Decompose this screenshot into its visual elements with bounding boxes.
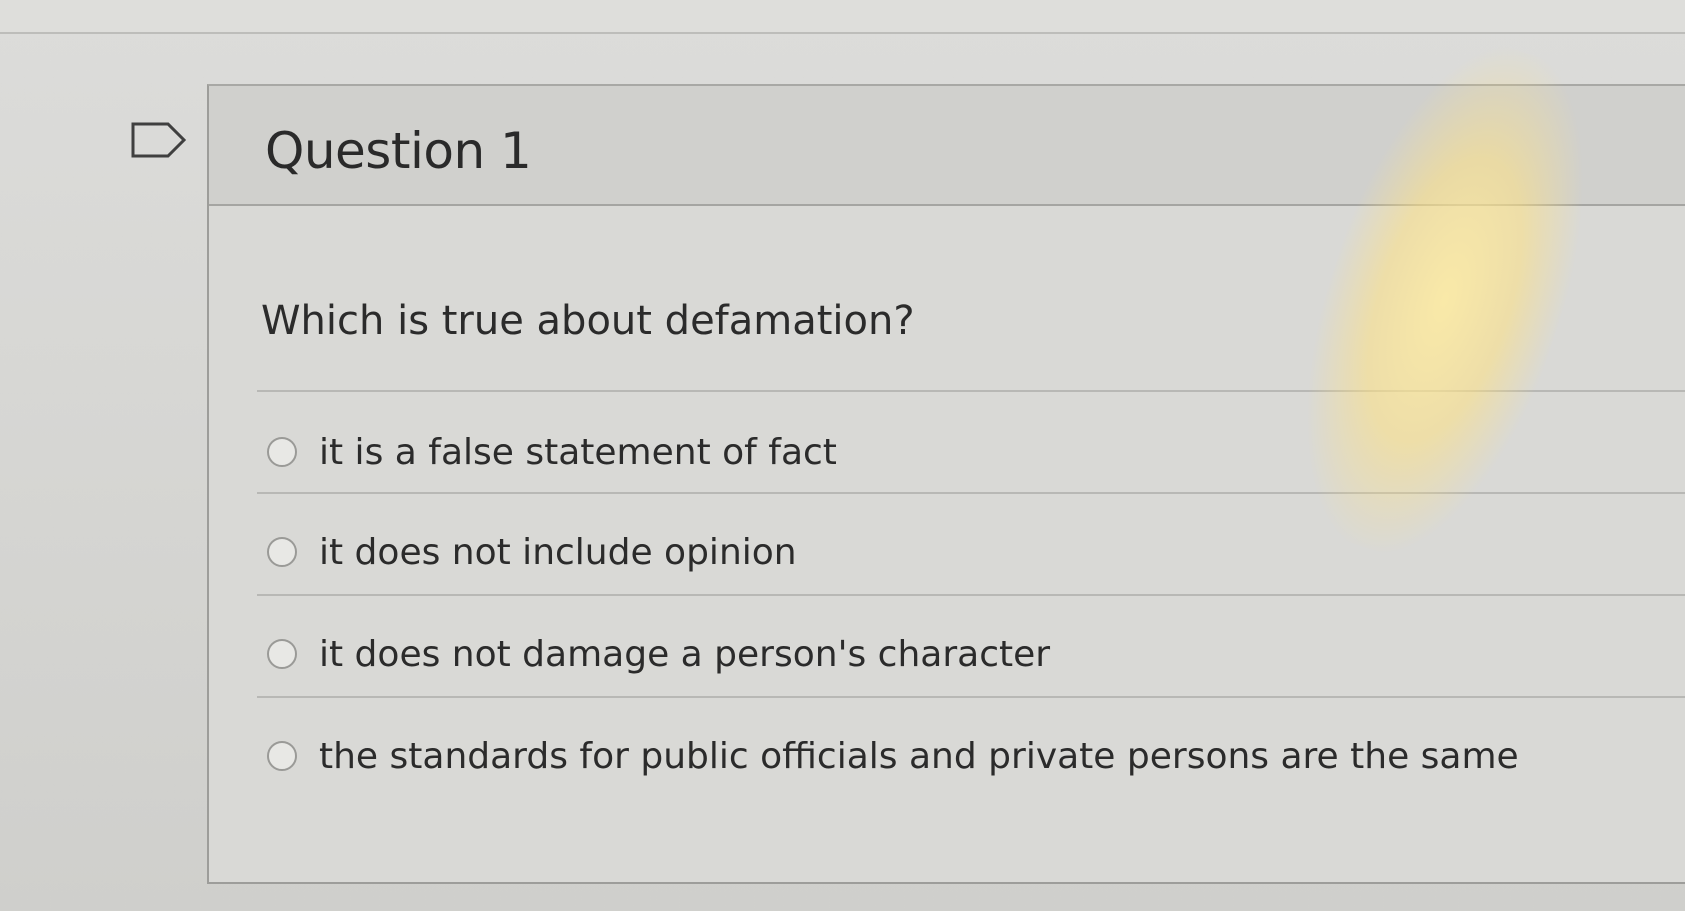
radio-button[interactable]: [267, 537, 297, 567]
answer-option-2[interactable]: it does not include opinion: [267, 522, 797, 582]
question-card: Question 1 Which is true about defamatio…: [207, 84, 1685, 884]
answer-label: it does not damage a person's character: [319, 633, 1051, 675]
divider: [257, 390, 1685, 392]
top-strip: [0, 0, 1685, 34]
divider: [257, 594, 1685, 596]
answer-label: it is a false statement of fact: [319, 431, 837, 473]
question-header: Question 1: [209, 86, 1685, 206]
question-title: Question 1: [265, 122, 532, 180]
answer-option-3[interactable]: it does not damage a person's character: [267, 624, 1050, 684]
answer-label: the standards for public officials and p…: [319, 735, 1519, 777]
flag-question-icon[interactable]: [130, 120, 188, 160]
radio-button[interactable]: [267, 437, 297, 467]
radio-button[interactable]: [267, 741, 297, 771]
answer-option-4[interactable]: the standards for public officials and p…: [267, 726, 1519, 786]
question-prompt: Which is true about defamation?: [261, 298, 915, 344]
divider: [257, 696, 1685, 698]
answer-option-1[interactable]: it is a false statement of fact: [267, 422, 837, 482]
radio-button[interactable]: [267, 639, 297, 669]
answer-label: it does not include opinion: [319, 531, 797, 573]
divider: [257, 492, 1685, 494]
